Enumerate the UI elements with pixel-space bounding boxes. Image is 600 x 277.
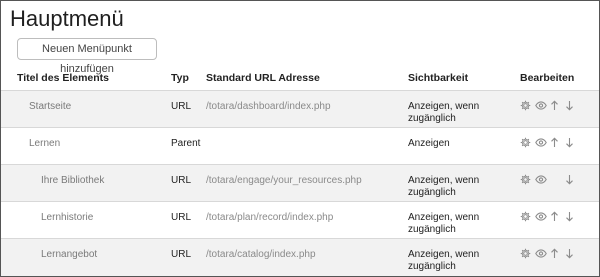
header-edit: Bearbeiten [520,72,575,84]
header-url: Standard URL Adresse [206,72,320,84]
item-type: URL [171,249,192,260]
item-url: /totara/engage/your_resources.php [206,175,362,186]
gear-icon[interactable] [520,100,532,114]
item-title: Ihre Bibliothek [41,175,105,186]
arrow-down-icon[interactable] [565,211,577,225]
table-row: Startseite URL/totara/dashboard/index.php… [1,90,599,128]
arrow-up-icon[interactable] [550,248,562,262]
gear-icon[interactable] [520,248,532,262]
arrow-down-icon[interactable] [565,248,577,262]
item-visibility: Anzeigen [408,138,450,149]
item-type: URL [171,212,192,223]
gear-icon[interactable] [520,211,532,225]
arrow-up-icon[interactable] [550,100,562,114]
gear-icon[interactable] [520,137,532,151]
table-row: Lernhistorie URL/totara/plan/record/index… [1,201,599,239]
item-visibility: Anzeigen, wenn zugänglich [408,249,480,272]
table-row: Lernangebot URL/totara/catalog/index.php A… [1,238,599,276]
item-url: /totara/dashboard/index.php [206,101,331,112]
arrow-up-icon[interactable] [550,137,562,151]
eye-icon[interactable] [535,174,547,188]
item-visibility: Anzeigen, wenn zugänglich [408,212,480,235]
item-type: Parent [171,138,201,149]
eye-icon[interactable] [535,137,547,151]
item-title: Startseite [29,101,72,112]
item-url: /totara/plan/record/index.php [206,212,334,223]
item-visibility: Anzeigen, wenn zugänglich [408,175,480,198]
table-row: Ihre Bibliothek URL/totara/engage/your_re… [1,164,599,202]
gear-icon[interactable] [520,174,532,188]
header-type: Typ [171,72,189,84]
eye-icon[interactable] [535,248,547,262]
arrow-down-icon[interactable] [565,174,577,188]
item-url: /totara/catalog/index.php [206,249,316,260]
table-row: Lernen Parent Anzeigen [1,127,599,165]
item-title: Lernhistorie [41,212,94,223]
main-menu-panel: Hauptmenü Neuen Menüpunkt hinzufügen Tit… [0,0,600,277]
table-header: Titel des Elements Typ Standard URL Adre… [1,72,599,89]
page-title: Hauptmenü [10,6,124,31]
item-title: Lernen [29,138,61,149]
item-visibility: Anzeigen, wenn zugänglich [408,101,480,124]
arrow-down-icon[interactable] [565,100,577,114]
arrow-down-icon[interactable] [565,137,577,151]
item-type: URL [171,101,192,112]
add-menu-item-button[interactable]: Neuen Menüpunkt hinzufügen [17,38,157,75]
header-visibility: Sichtbarkeit [408,72,469,84]
item-type: URL [171,175,192,186]
arrow-up-icon[interactable] [550,211,562,225]
eye-icon[interactable] [535,211,547,225]
header-title: Titel des Elements [17,72,110,84]
eye-icon[interactable] [535,100,547,114]
item-title: Lernangebot [41,249,98,260]
